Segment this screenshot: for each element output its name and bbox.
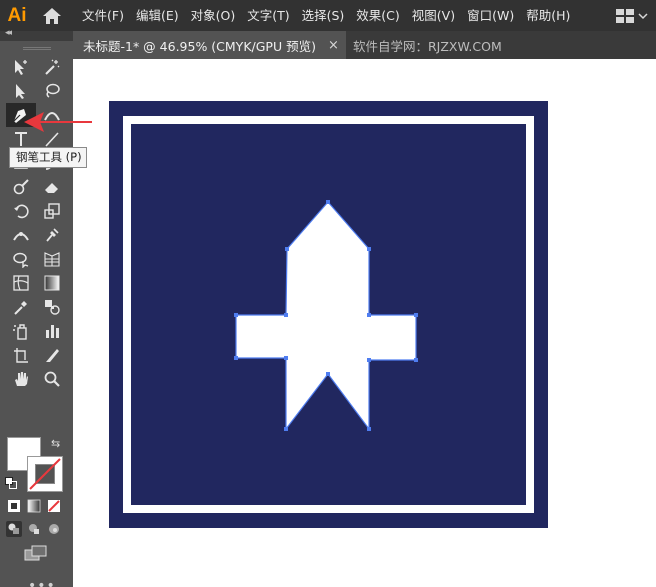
draw-normal-icon[interactable] [6, 521, 22, 537]
fill-stroke-control: ⇆ [5, 435, 65, 493]
menu-object[interactable]: 对象(O) [185, 0, 242, 31]
column-graph-icon[interactable] [37, 319, 67, 343]
mesh-icon[interactable] [6, 271, 36, 295]
canvas[interactable] [73, 59, 656, 587]
pen-tool-icon[interactable] [6, 103, 36, 127]
draw-inside-icon[interactable] [46, 521, 62, 537]
workspace-switcher[interactable] [616, 0, 648, 31]
menu-window[interactable]: 窗口(W) [461, 0, 520, 31]
rotate-icon[interactable] [6, 199, 36, 223]
gradient-icon[interactable] [37, 271, 67, 295]
app-logo: Ai [7, 4, 27, 26]
gradient-mode-icon[interactable] [26, 498, 42, 514]
symbol-sprayer-icon[interactable] [6, 319, 36, 343]
workspace-grid-icon [616, 8, 634, 23]
slice-icon[interactable] [37, 343, 67, 367]
eyedropper-icon[interactable] [6, 295, 36, 319]
shape-builder-icon[interactable] [6, 247, 36, 271]
lasso-icon[interactable] [37, 79, 67, 103]
menu-help[interactable]: 帮助(H) [520, 0, 576, 31]
color-mode-row [6, 498, 62, 514]
stroke-swatch[interactable] [27, 456, 63, 492]
eraser-icon[interactable] [37, 175, 67, 199]
menu-file[interactable]: 文件(F) [76, 0, 130, 31]
puppet-warp-icon[interactable] [37, 223, 67, 247]
hand-icon[interactable] [6, 367, 36, 391]
pen-tool-tooltip: 钢笔工具 (P) [9, 147, 87, 168]
tools-panel: ◂◂ ⇆ ••• [0, 28, 73, 587]
menu-effect[interactable]: 效果(C) [350, 0, 405, 31]
document-tab-bar: 未标题-1* @ 46.95% (CMYK/GPU 预览) × 软件自学网：RJ… [73, 31, 656, 59]
swap-fill-stroke-icon[interactable]: ⇆ [51, 437, 60, 450]
panel-grip[interactable] [0, 41, 73, 55]
more-tools-icon[interactable]: ••• [28, 578, 56, 587]
width-icon[interactable] [6, 223, 36, 247]
magic-wand-icon[interactable] [37, 55, 67, 79]
default-colors-icon[interactable] [5, 477, 17, 489]
panel-header: ◂◂ [0, 28, 73, 41]
scale-icon[interactable] [37, 199, 67, 223]
chevron-down-icon [638, 12, 648, 19]
screen-mode-icon[interactable] [24, 545, 48, 564]
curvature-icon[interactable] [37, 103, 67, 127]
draw-mode-row [6, 521, 62, 537]
menu-type[interactable]: 文字(T) [241, 0, 295, 31]
menu-view[interactable]: 视图(V) [406, 0, 461, 31]
home-icon[interactable] [34, 0, 70, 31]
artboard-selection-icon[interactable] [6, 55, 36, 79]
artboard-icon[interactable] [6, 343, 36, 367]
menu-bar: Ai 文件(F) 编辑(E) 对象(O) 文字(T) 选择(S) 效果(C) 视… [0, 0, 656, 31]
document-tab-title: 未标题-1* @ 46.95% (CMYK/GPU 预览) [83, 38, 316, 54]
menu-edit[interactable]: 编辑(E) [130, 0, 185, 31]
document-tab-other[interactable]: 软件自学网：RJZXW.COM [353, 31, 502, 59]
menu-select[interactable]: 选择(S) [296, 0, 351, 31]
blend-icon[interactable] [37, 295, 67, 319]
zoom-icon[interactable] [37, 367, 67, 391]
main-menu: 文件(F) 编辑(E) 对象(O) 文字(T) 选择(S) 效果(C) 视图(V… [76, 0, 576, 31]
direct-selection-icon[interactable] [6, 79, 36, 103]
perspective-grid-icon[interactable] [37, 247, 67, 271]
document-tab-active[interactable]: 未标题-1* @ 46.95% (CMYK/GPU 预览) × [73, 31, 346, 59]
close-icon[interactable]: × [328, 38, 339, 53]
none-mode-icon[interactable] [46, 498, 62, 514]
tool-grid [0, 55, 73, 391]
artwork [109, 101, 548, 528]
draw-behind-icon[interactable] [26, 521, 42, 537]
collapse-icon[interactable]: ◂◂ [5, 28, 12, 38]
shaper-icon[interactable] [6, 175, 36, 199]
color-mode-icon[interactable] [6, 498, 22, 514]
